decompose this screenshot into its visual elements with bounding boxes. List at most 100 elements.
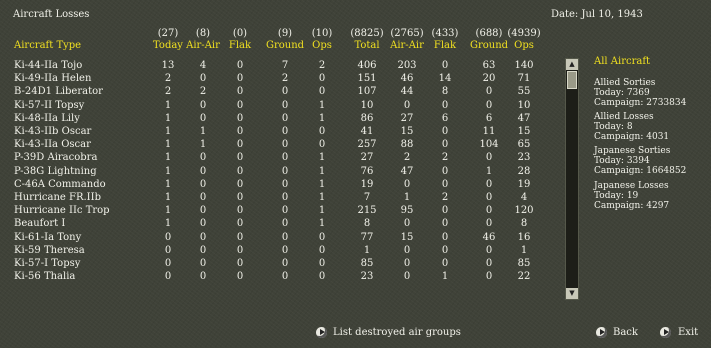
column-header-total-ops[interactable]: Ops [514,40,534,51]
cell-ops: 0 [318,231,326,243]
cell-today: 0 [164,231,172,243]
cell-ground: 0 [281,231,289,243]
cell-total-air-air: 44 [400,86,414,98]
cell-total-air-air: 0 [403,218,411,230]
cell-total-air-air: 0 [403,99,411,111]
cell-today: 1 [164,192,172,203]
column-header-air-air[interactable]: Air-Air [186,40,220,51]
cell-total-flak: 2 [441,152,449,164]
cell-today: 0 [164,258,172,269]
cell-today: 1 [164,218,172,230]
cell-flak: 0 [236,60,244,71]
cell-today: 1 [164,99,172,111]
column-header-total-ground[interactable]: Ground [470,40,508,51]
cell-ops: 0 [318,126,326,137]
cell-total-flak: 0 [441,60,449,71]
game-date: Date: Jul 10, 1943 [551,9,643,20]
column-header-ops[interactable]: Ops [312,40,332,51]
cell-ops: 1 [318,205,326,217]
cell-total-flak: 0 [441,139,449,151]
column-header-total[interactable]: Total [354,40,379,51]
cell-total-ops: 22 [517,271,531,283]
cell-today: 1 [164,139,172,151]
cell-total: 151 [357,73,377,85]
aircraft-name: Ki-43-IIb Oscar [14,126,92,137]
cell-ground: 0 [281,244,289,256]
cell-total-ground: 0 [485,178,493,190]
cell-total: 85 [360,258,374,269]
allied-losses-title: Allied Losses [594,112,654,122]
cell-ops: 0 [318,73,326,85]
cell-ground: 0 [281,126,289,137]
cell-ground: 0 [281,152,289,164]
column-header-today[interactable]: Today [153,40,183,51]
cell-total-air-air: 0 [403,271,411,283]
column-header-ground[interactable]: Ground [266,40,304,51]
allied-losses-campaign: Campaign: 4031 [594,132,670,142]
scroll-down-icon[interactable]: ▼ [566,288,578,299]
cell-total-ops: 10 [517,99,531,111]
column-header-aircraft-type[interactable]: Aircraft Type [14,40,81,51]
cell-ground: 0 [281,258,289,269]
cell-total-air-air: 0 [403,244,411,256]
column-header-total-air-air[interactable]: Air-Air [390,40,424,51]
column-header-flak[interactable]: Flak [229,40,251,51]
cell-today: 1 [164,112,172,124]
cell-total-ground: 0 [485,244,493,256]
cell-flak: 0 [236,152,244,164]
japanese-sorties-title: Japanese Sorties [594,146,671,156]
japanese-losses-campaign: Campaign: 4297 [594,201,670,211]
cell-ops: 2 [318,60,326,71]
cell-total-ground: 63 [482,60,496,71]
cell-air-air: 1 [199,139,207,151]
exit-button[interactable]: Exit [678,327,698,338]
cell-today: 13 [161,60,175,71]
aircraft-name: Ki-56 Thalia [14,271,76,283]
sidebar-title: All Aircraft [594,56,651,67]
cell-ops: 0 [318,258,326,269]
aircraft-name: Ki-44-IIa Tojo [14,60,83,71]
aircraft-name: Ki-57-I Topsy [14,258,81,269]
cell-total-ground: 0 [485,258,493,269]
cell-total: 27 [360,152,374,164]
cell-air-air: 0 [199,165,207,177]
cell-ops: 1 [318,99,326,111]
cell-total-air-air: 27 [400,112,414,124]
cell-today: 1 [164,165,172,177]
cell-ground: 2 [281,73,289,85]
cell-total-air-air: 47 [400,165,414,177]
cell-total-ops: 19 [517,178,531,190]
cell-air-air: 0 [199,205,207,217]
back-button[interactable]: Back [613,327,638,338]
cell-total-ground: 104 [479,139,499,151]
list-destroyed-play-icon[interactable] [316,327,327,338]
list-destroyed-button[interactable]: List destroyed air groups [333,327,461,338]
cell-total-flak: 14 [438,73,452,85]
cell-total-air-air: 1 [403,192,411,203]
cell-total-flak: 0 [441,258,449,269]
cell-total-flak: 6 [441,112,449,124]
back-play-icon[interactable] [596,327,607,338]
cell-today: 1 [164,126,172,137]
scroll-thumb[interactable] [567,71,577,89]
japanese-losses-today: Today: 19 [594,191,639,201]
count-total-air-air: (2765) [390,28,424,39]
count-total: (8825) [350,28,384,39]
aircraft-name: Ki-49-IIa Helen [14,73,92,85]
cell-total-flak: 0 [441,99,449,111]
cell-total: 77 [360,231,374,243]
scroll-up-icon[interactable]: ▲ [566,59,578,70]
allied-losses-today: Today: 8 [594,122,633,132]
cell-flak: 0 [236,73,244,85]
cell-ground: 0 [281,218,289,230]
cell-ops: 0 [318,86,326,98]
cell-total-flak: 0 [441,218,449,230]
exit-play-icon[interactable] [660,327,671,338]
table-scrollbar[interactable]: ▲ ▼ [565,58,579,300]
cell-total-air-air: 203 [397,60,417,71]
cell-ground: 0 [281,112,289,124]
japanese-losses-title: Japanese Losses [594,181,669,191]
cell-air-air: 0 [199,152,207,164]
column-header-total-flak[interactable]: Flak [434,40,456,51]
allied-losses-block: Allied Losses Today: 8 Campaign: 4031 [594,112,669,142]
